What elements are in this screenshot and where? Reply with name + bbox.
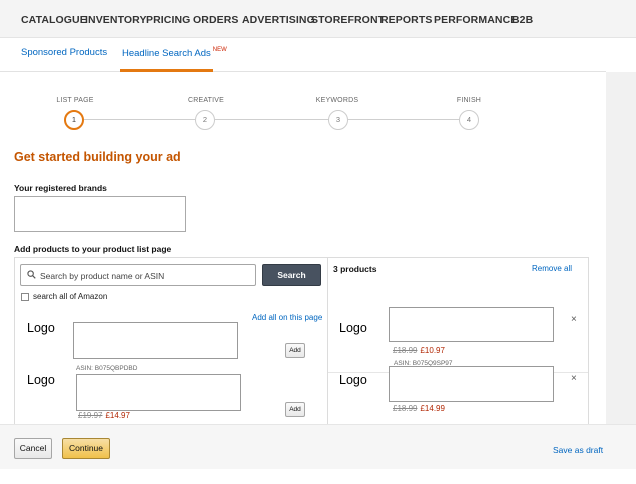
old-price: £18.99 [393, 404, 418, 413]
new-badge: NEW [212, 47, 227, 53]
step-connector [82, 119, 195, 120]
result-logo: Logo [27, 321, 55, 335]
tab-sponsored-products[interactable]: Sponsored Products [21, 47, 107, 58]
page-title: Get started building your ad [14, 150, 181, 164]
search-button[interactable]: Search [262, 264, 321, 286]
old-price: £18.99 [393, 346, 418, 355]
step-3-circle[interactable]: 3 [328, 110, 348, 130]
old-price: £19.97 [78, 411, 103, 420]
nav-b2b[interactable]: B2B [512, 14, 533, 26]
remove-product-icon[interactable]: × [571, 314, 577, 325]
step-label-list-page: LIST PAGE [56, 97, 94, 104]
selected-price: £18.99 £10.97 [393, 346, 445, 355]
step-2-circle[interactable]: 2 [195, 110, 215, 130]
sale-price: £14.97 [105, 411, 130, 420]
selected-logo: Logo [339, 321, 367, 335]
nav-pricing[interactable]: PRICING [146, 14, 190, 26]
active-tab-indicator [120, 69, 213, 72]
selected-price: £18.99 £14.99 [393, 404, 445, 413]
top-navigation: CATALOGUE INVENTORY PRICING ORDERS ADVER… [0, 0, 636, 38]
panel-divider [327, 257, 328, 424]
result-asin: ASIN: B075QBPDBD [76, 365, 138, 372]
ad-type-tabs: Sponsored Products Headline Search Ads NE… [0, 38, 606, 72]
nav-inventory[interactable]: INVENTORY [85, 14, 147, 26]
step-1-circle[interactable]: 1 [64, 110, 84, 130]
nav-reports[interactable]: REPORTS [381, 14, 432, 26]
tab-headline-search-ads[interactable]: Headline Search Ads NEW [122, 47, 227, 59]
step-label-finish: FINISH [456, 97, 482, 104]
products-label: Add products to your product list page [14, 244, 172, 254]
cancel-button[interactable]: Cancel [14, 438, 52, 459]
continue-button[interactable]: Continue [62, 438, 110, 459]
selected-logo: Logo [339, 373, 367, 387]
sale-price: £10.97 [420, 346, 445, 355]
remove-all-link[interactable]: Remove all [532, 264, 572, 273]
add-product-button[interactable]: Add [285, 343, 305, 358]
bottom-strip [0, 469, 636, 484]
nav-performance[interactable]: PERFORMANCE [434, 14, 517, 26]
search-input[interactable]: Search by product name or ASIN [20, 264, 256, 286]
selected-image [389, 307, 554, 342]
remove-product-icon[interactable]: × [571, 373, 577, 384]
search-all-amazon-checkbox[interactable] [21, 293, 29, 301]
search-placeholder: Search by product name or ASIN [40, 271, 165, 281]
brand-select-field[interactable] [14, 196, 186, 232]
selected-count: 3 products [333, 264, 377, 274]
nav-orders[interactable]: ORDERS [193, 14, 239, 26]
search-all-amazon-label: search all of Amazon [33, 292, 108, 301]
save-as-draft-link[interactable]: Save as draft [553, 445, 603, 455]
add-product-button[interactable]: Add [285, 402, 305, 417]
step-connector [348, 119, 459, 120]
nav-catalogue[interactable]: CATALOGUE [21, 14, 87, 26]
result-image [73, 322, 238, 359]
nav-storefront[interactable]: STOREFRONT [311, 14, 384, 26]
step-4-circle[interactable]: 4 [459, 110, 479, 130]
brands-label: Your registered brands [14, 183, 107, 193]
result-image [76, 374, 241, 411]
step-label-keywords: KEYWORDS [315, 97, 359, 104]
selected-image [389, 366, 554, 402]
nav-advertising[interactable]: ADVERTISING [242, 14, 315, 26]
step-label-creative: CREATIVE [187, 97, 225, 104]
step-connector [215, 119, 328, 120]
page-scrollbar[interactable] [606, 72, 636, 424]
tab-headline-search-ads-label: Headline Search Ads [122, 48, 211, 59]
search-icon [27, 270, 36, 279]
result-logo: Logo [27, 373, 55, 387]
result-price: £19.97 £14.97 [78, 411, 130, 420]
add-all-link[interactable]: Add all on this page [252, 313, 322, 322]
sale-price: £14.99 [420, 404, 445, 413]
